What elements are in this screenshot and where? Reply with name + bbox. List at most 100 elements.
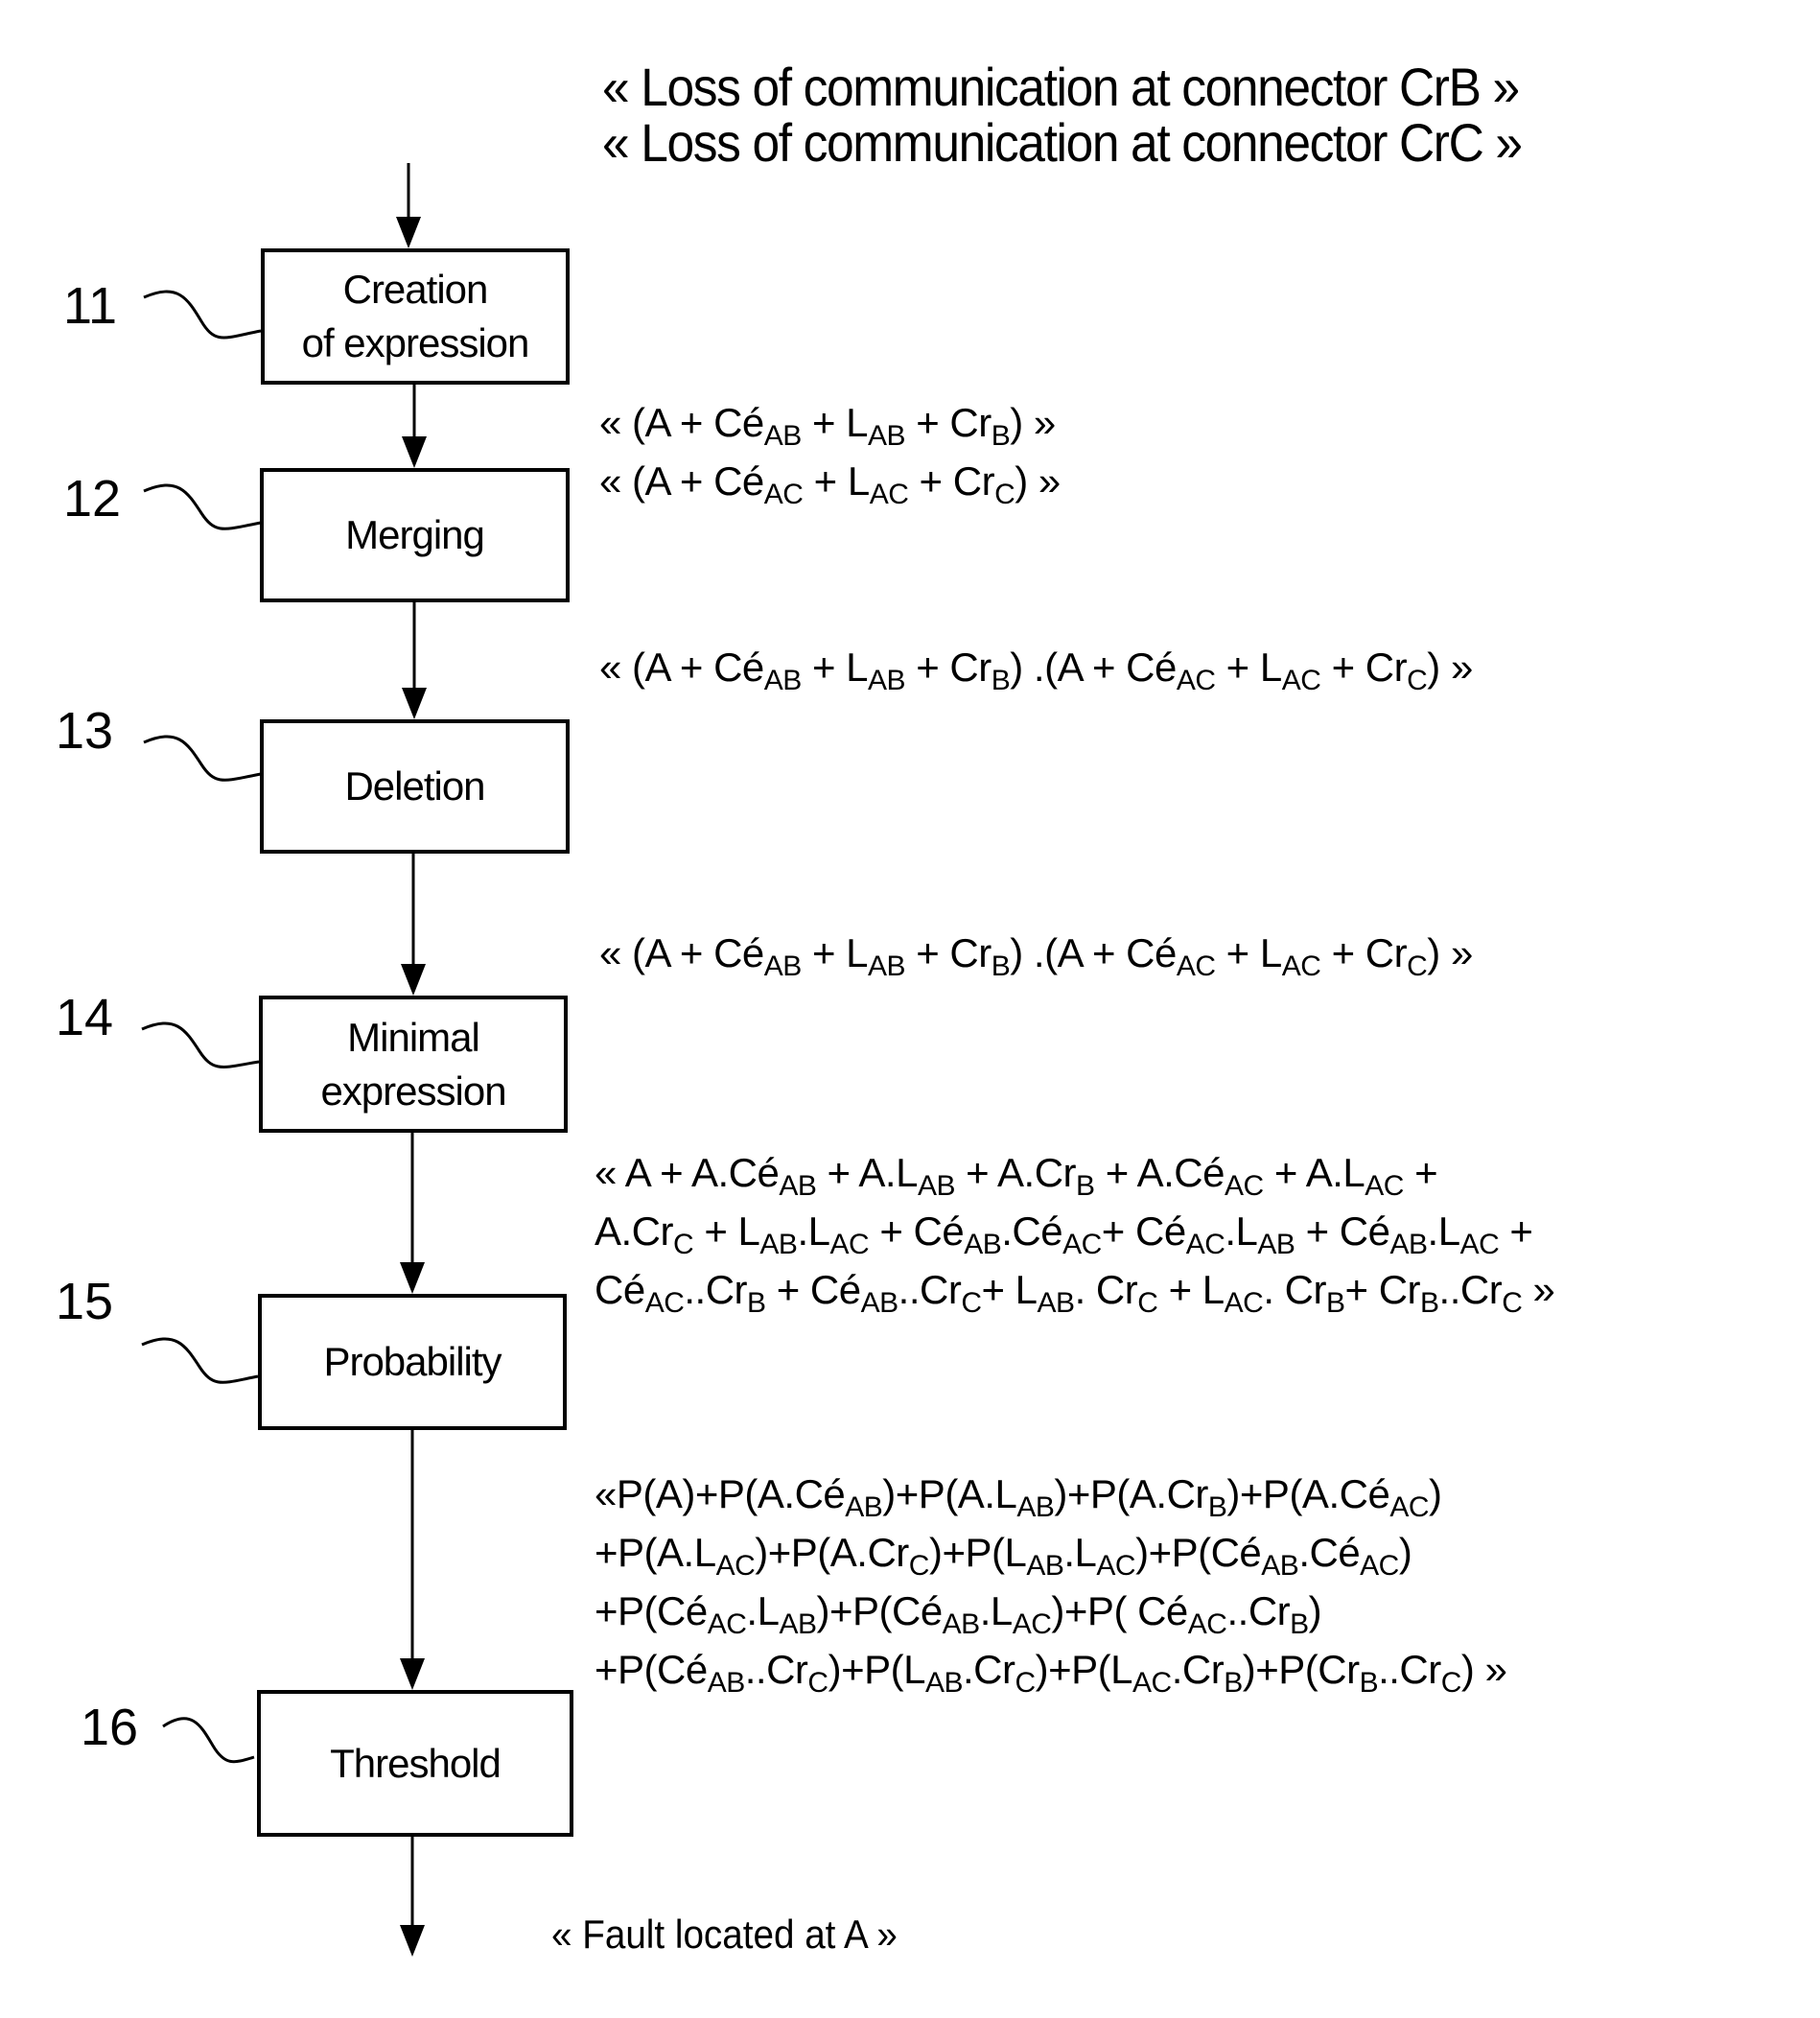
subscript: AC — [1389, 1491, 1429, 1523]
subscript: AB — [763, 420, 803, 452]
expression-text: + Cr — [905, 930, 992, 975]
expression-text: .L — [1225, 1208, 1258, 1254]
subscript: AB — [868, 420, 906, 452]
expression-text: « (A + Cé — [599, 645, 764, 690]
expression-text: + L — [1215, 930, 1283, 975]
expression-text: ) » — [1460, 1647, 1507, 1692]
leader-line-16 — [162, 1717, 255, 1764]
expression-minimal: « A + A.CéAB + A.LAB + A.CrB + A.CéAC + … — [595, 1143, 1555, 1319]
expression-text: + A.L — [1263, 1150, 1365, 1195]
expression-text: ) — [1429, 1471, 1442, 1516]
subscript: B — [991, 420, 1011, 452]
expression-text: .L — [1063, 1530, 1097, 1575]
subscript: B — [1076, 1170, 1095, 1202]
expression-text: .Cr — [962, 1647, 1015, 1692]
subscript: B — [1420, 1287, 1439, 1319]
expression-text: )+P(A.L — [882, 1471, 1017, 1516]
expression-line: CéAC..CrB + CéAB..CrC+ LAB. CrC + LAC. C… — [595, 1260, 1555, 1319]
step-label-line: Threshold — [330, 1740, 502, 1786]
subscript: AB — [868, 665, 906, 696]
expression-text: +P(Cé — [595, 1588, 708, 1633]
subscript: AC — [1459, 1229, 1500, 1260]
subscript: C — [1407, 950, 1428, 982]
arrowhead-icon — [402, 688, 427, 719]
expression-text: « (A + Cé — [599, 458, 764, 504]
subscript: AC — [1176, 665, 1216, 696]
step-label-line: Creation — [342, 267, 489, 312]
expression-text: ) » — [1010, 400, 1056, 445]
expression-line: « (A + CéAB + LAB + CrB) .(A + CéAC + LA… — [599, 924, 1473, 982]
expression-text: )+P(A.Cr — [755, 1530, 909, 1575]
expression-text: + L — [801, 400, 869, 445]
expression-text: + L — [801, 645, 869, 690]
expression-text: )+P(A.Cé — [1226, 1471, 1390, 1516]
subscript: AB — [1389, 1229, 1429, 1260]
leader-line-13 — [143, 735, 262, 782]
expression-text: ) — [1398, 1530, 1412, 1575]
expression-text: ) » — [1427, 645, 1473, 690]
subscript: C — [1407, 665, 1428, 696]
expression-text: ) » — [1015, 458, 1061, 504]
expression-after-merging: « (A + CéAB + LAB + CrB) .(A + CéAC + LA… — [599, 638, 1473, 696]
subscript: AB — [707, 1667, 746, 1699]
subscript: AB — [1037, 1287, 1076, 1319]
leader-line-12 — [143, 483, 262, 530]
subscript: AC — [715, 1550, 756, 1582]
step-merging: Merging — [260, 468, 570, 602]
subscript: AC — [1187, 1608, 1227, 1640]
subscript: C — [807, 1667, 828, 1699]
expression-text: )+P( Cé — [1051, 1588, 1188, 1633]
step-minimal-expression: Minimal expression — [259, 996, 568, 1133]
step-label-line: Minimal — [347, 1014, 480, 1060]
expression-text: .L — [746, 1588, 780, 1633]
expression-text: + Cé — [765, 1267, 861, 1312]
subscript: AC — [1365, 1170, 1404, 1202]
subscript: B — [747, 1287, 766, 1319]
subscript: B — [1359, 1667, 1379, 1699]
step-ref-11: 11 — [63, 277, 118, 335]
arrowhead-icon — [400, 1658, 425, 1690]
subscript: B — [1290, 1608, 1309, 1640]
subscript: AC — [1224, 1287, 1264, 1319]
subscript: C — [1137, 1287, 1158, 1319]
arrowhead-icon — [400, 1925, 425, 1957]
step-label-line: of expression — [301, 320, 530, 365]
expression-text: + — [1499, 1208, 1533, 1254]
expression-text: ..Cr — [744, 1647, 808, 1692]
expression-text: )+P(L — [928, 1530, 1027, 1575]
input-event-1: « Loss of communication at connector CrB… — [602, 57, 1520, 117]
expression-text: )+P(L — [1035, 1647, 1133, 1692]
subscript: AB — [868, 950, 906, 982]
step-probability: Probability — [258, 1294, 567, 1430]
subscript: B — [1325, 1287, 1345, 1319]
subscript: AC — [707, 1608, 747, 1640]
expression-text: ..Cr — [684, 1267, 748, 1312]
step-deletion: Deletion — [260, 719, 570, 854]
expression-text: + L — [1157, 1267, 1225, 1312]
expression-text: + Cr — [908, 458, 995, 504]
expression-text: «P(A)+P(A.Cé — [595, 1471, 846, 1516]
step-label-line: Probability — [323, 1339, 502, 1384]
expression-text: ) .(A + Cé — [1010, 930, 1177, 975]
expression-text: Cé — [595, 1267, 645, 1312]
expression-line: +P(CéAC.LAB)+P(CéAB.LAC)+P( CéAC..CrB) — [595, 1582, 1506, 1640]
subscript: C — [1502, 1287, 1523, 1319]
step-threshold: Threshold — [257, 1690, 573, 1837]
subscript: AB — [763, 665, 803, 696]
expression-text: ..Cr — [1226, 1588, 1291, 1633]
arrowhead-icon — [400, 1262, 425, 1294]
expression-text: » — [1522, 1267, 1555, 1312]
expression-after-deletion: « (A + CéAB + LAB + CrB) .(A + CéAC + LA… — [599, 924, 1473, 982]
expression-text: .Cr — [1171, 1647, 1225, 1692]
expression-text: ..Cr — [898, 1267, 962, 1312]
expression-text: + L — [801, 930, 869, 975]
expression-text: .Cé — [1298, 1530, 1361, 1575]
expression-text: )+P(Cé — [816, 1588, 943, 1633]
expression-text: + Cé — [1101, 1208, 1186, 1254]
leader-line-14 — [141, 1021, 260, 1068]
expression-text: + L — [1215, 645, 1283, 690]
subscript: C — [1440, 1667, 1462, 1699]
expression-text: .L — [979, 1588, 1014, 1633]
expression-text: +P(Cé — [595, 1647, 708, 1692]
expression-line: « (A + CéAB + LAB + CrB) .(A + CéAC + LA… — [599, 638, 1473, 696]
